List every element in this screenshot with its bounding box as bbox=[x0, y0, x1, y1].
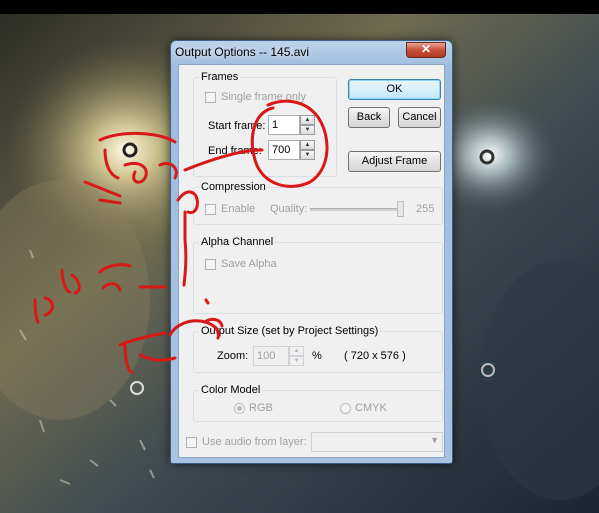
single-frame-checkbox[interactable] bbox=[205, 92, 216, 103]
zoom-percent: % bbox=[312, 350, 322, 362]
single-frame-label: Single frame only bbox=[221, 91, 306, 103]
cmyk-radio[interactable] bbox=[340, 403, 351, 414]
end-frame-input[interactable]: 700 bbox=[268, 140, 300, 160]
audio-layer-dropdown[interactable]: ▼ bbox=[311, 432, 443, 452]
cmyk-label: CMYK bbox=[355, 402, 387, 414]
compression-group: Compression Enable Quality: 255 bbox=[193, 181, 443, 225]
rgb-label: RGB bbox=[249, 402, 273, 414]
window-title: Output Options -- 145.avi bbox=[175, 45, 310, 59]
output-options-dialog: Output Options -- 145.avi ✕ Frames Singl… bbox=[170, 40, 453, 464]
end-frame-spinner[interactable]: ▲ ▼ bbox=[300, 140, 315, 160]
dialog-client-area: Frames Single frame only Start frame: 1 … bbox=[178, 64, 445, 458]
save-alpha-checkbox[interactable] bbox=[205, 259, 216, 270]
output-dimensions: ( 720 x 576 ) bbox=[344, 350, 406, 362]
alpha-channel-group: Alpha Channel Save Alpha bbox=[193, 236, 443, 314]
alpha-channel-group-label: Alpha Channel bbox=[199, 236, 276, 248]
spin-up-icon[interactable]: ▲ bbox=[300, 115, 315, 125]
frames-group-label: Frames bbox=[199, 71, 241, 83]
spin-up-icon[interactable]: ▲ bbox=[300, 140, 315, 150]
output-size-group: Output Size (set by Project Settings) Zo… bbox=[193, 325, 443, 373]
save-alpha-label: Save Alpha bbox=[221, 258, 277, 270]
color-model-group: Color Model RGB CMYK bbox=[193, 384, 443, 422]
compression-group-label: Compression bbox=[199, 181, 268, 193]
use-audio-checkbox[interactable] bbox=[186, 437, 197, 448]
back-button[interactable]: Back bbox=[348, 107, 390, 128]
quality-slider-thumb[interactable] bbox=[397, 201, 404, 217]
close-button[interactable]: ✕ bbox=[406, 42, 446, 58]
radio-selected-dot bbox=[237, 406, 242, 411]
start-frame-input[interactable]: 1 bbox=[268, 115, 300, 135]
rgb-radio[interactable] bbox=[234, 403, 245, 414]
adjust-frame-button[interactable]: Adjust Frame bbox=[348, 151, 441, 172]
output-size-group-label: Output Size (set by Project Settings) bbox=[199, 325, 381, 337]
title-bar[interactable]: Output Options -- 145.avi ✕ bbox=[171, 41, 452, 63]
enable-compression-checkbox[interactable] bbox=[205, 204, 216, 215]
ok-button[interactable]: OK bbox=[348, 79, 441, 100]
spin-up-icon[interactable]: ▲ bbox=[289, 346, 304, 356]
enable-compression-label: Enable bbox=[221, 203, 256, 215]
quality-label: Quality: bbox=[270, 203, 308, 215]
use-audio-label: Use audio from layer: bbox=[202, 436, 307, 448]
spin-down-icon[interactable]: ▼ bbox=[300, 125, 315, 135]
quality-value: 255 bbox=[416, 203, 435, 215]
frames-group: Frames Single frame only Start frame: 1 … bbox=[193, 71, 337, 177]
close-icon: ✕ bbox=[420, 42, 432, 56]
start-frame-spinner[interactable]: ▲ ▼ bbox=[300, 115, 315, 135]
color-model-group-label: Color Model bbox=[199, 384, 263, 396]
spin-down-icon[interactable]: ▼ bbox=[300, 150, 315, 160]
spin-down-icon[interactable]: ▼ bbox=[289, 356, 304, 366]
zoom-label: Zoom: bbox=[217, 350, 249, 362]
zoom-input[interactable]: 100 bbox=[253, 346, 289, 366]
cancel-button[interactable]: Cancel bbox=[398, 107, 441, 128]
end-frame-label: End frame: bbox=[208, 145, 262, 157]
zoom-spinner[interactable]: ▲ ▼ bbox=[289, 346, 304, 366]
chevron-down-icon: ▼ bbox=[430, 435, 439, 445]
start-frame-label: Start frame: bbox=[208, 120, 266, 132]
quality-slider-track[interactable] bbox=[310, 208, 400, 211]
